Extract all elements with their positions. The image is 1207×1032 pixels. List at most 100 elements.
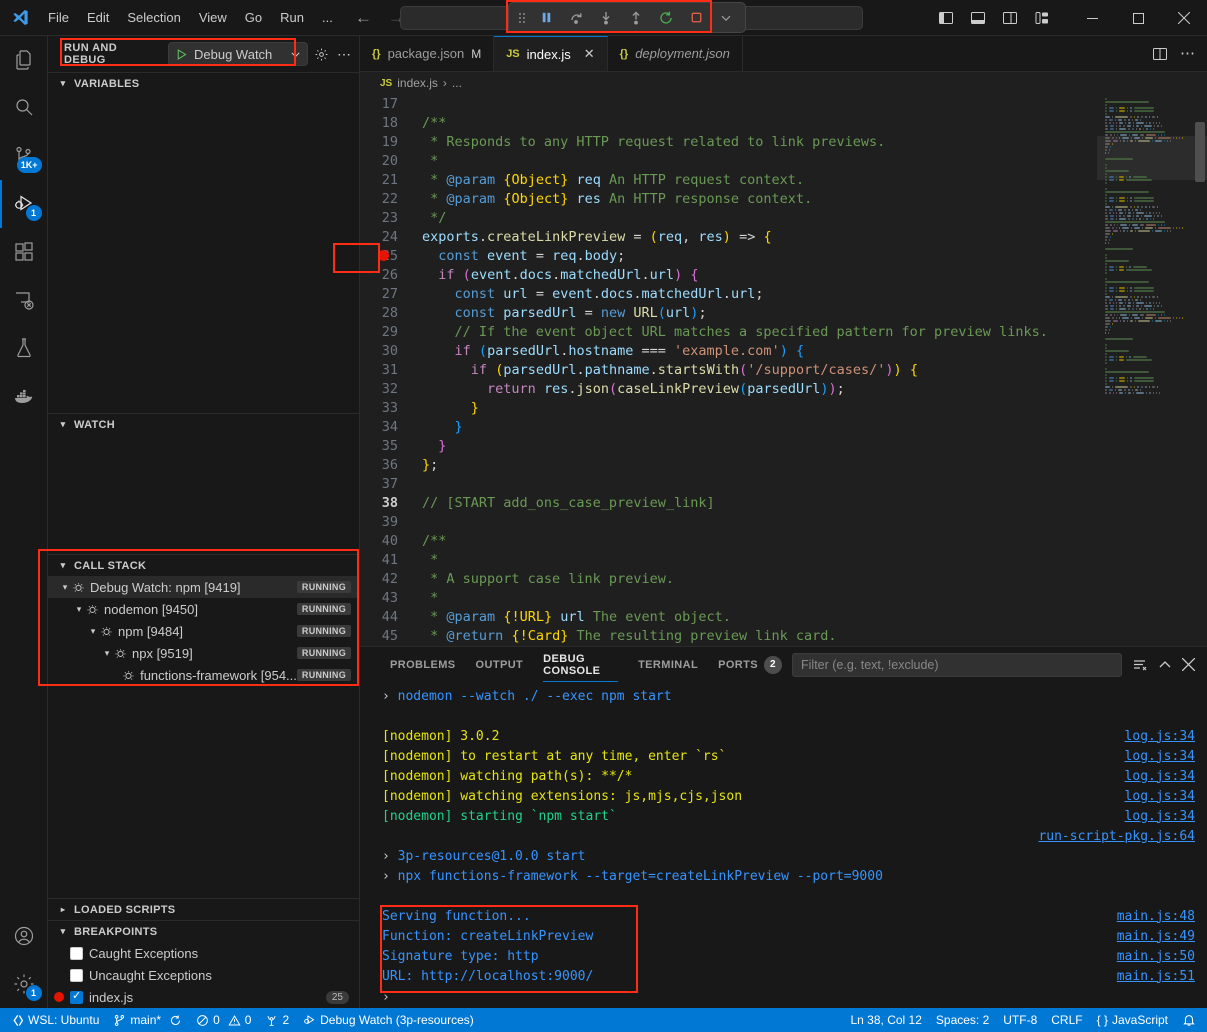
panel-tab-problems[interactable]: PROBLEMS <box>380 647 466 682</box>
chevron-down-icon[interactable]: ▾ <box>72 604 86 615</box>
chevron-down-icon[interactable] <box>290 49 301 60</box>
code-line[interactable]: 24exports.createLinkPreview = (req, res)… <box>360 227 1097 246</box>
code-line[interactable]: 33 } <box>360 398 1097 417</box>
console-source-link[interactable]: log.js:34 <box>1125 749 1207 764</box>
code-line[interactable]: 40/** <box>360 531 1097 550</box>
breakpoint-checkbox[interactable] <box>70 969 83 982</box>
breadcrumb[interactable]: JS index.js › ... <box>360 72 1207 94</box>
editor-scrollbar-thumb[interactable] <box>1195 122 1205 182</box>
code-line[interactable]: 32 return res.json(caseLinkPreview(parse… <box>360 379 1097 398</box>
close-panel-icon[interactable] <box>1182 658 1195 671</box>
collapse-panel-icon[interactable] <box>1158 658 1172 672</box>
step-into-icon[interactable] <box>593 6 619 30</box>
code-line[interactable]: 44 * @param {!URL} url The event object. <box>360 607 1097 626</box>
toggle-panel-icon[interactable] <box>963 4 993 32</box>
code-line[interactable]: 37 <box>360 474 1097 493</box>
menu-run[interactable]: Run <box>272 7 312 28</box>
gear-icon[interactable] <box>314 47 329 62</box>
split-editor-icon[interactable] <box>1152 46 1168 62</box>
activity-accounts[interactable] <box>0 912 48 960</box>
start-debug-icon[interactable] <box>175 48 188 61</box>
customize-layout-icon[interactable] <box>1027 4 1057 32</box>
chevron-down-icon[interactable] <box>713 6 739 30</box>
minimize-button[interactable] <box>1069 0 1115 36</box>
pause-icon[interactable] <box>533 6 559 30</box>
console-filter-input[interactable]: Filter (e.g. text, !exclude) <box>792 653 1122 677</box>
panel-tab-terminal[interactable]: TERMINAL <box>628 647 708 682</box>
drag-handle-icon[interactable] <box>515 11 529 25</box>
call-stack-row[interactable]: functions-framework [954...RUNNING <box>48 664 359 686</box>
go-back-icon[interactable]: ← <box>355 9 372 26</box>
code-line[interactable]: 20 * <box>360 151 1097 170</box>
restart-icon[interactable] <box>653 6 679 30</box>
code-line[interactable]: 43 * <box>360 588 1097 607</box>
editor-tab-package-json[interactable]: {}package.jsonM <box>360 36 494 71</box>
activity-settings[interactable]: 1 <box>0 960 48 1008</box>
editor-tab-bar[interactable]: {}package.jsonMJSindex.js✕{}deployment.j… <box>360 36 1207 72</box>
breakpoints-header[interactable]: ▾ BREAKPOINTS <box>48 920 359 942</box>
debug-configuration-selector[interactable]: Debug Watch <box>168 42 308 66</box>
activity-testing[interactable] <box>0 324 48 372</box>
breakpoints-list[interactable]: Caught ExceptionsUncaught Exceptionsinde… <box>48 942 359 1008</box>
console-source-link[interactable]: log.js:34 <box>1125 769 1207 784</box>
menu-more[interactable]: ... <box>314 7 341 28</box>
breakpoint-checkbox[interactable] <box>70 947 83 960</box>
code-line[interactable]: 39 <box>360 512 1097 531</box>
code-line[interactable]: 46 */ <box>360 645 1097 646</box>
panel-tab-bar[interactable]: PROBLEMSOUTPUTDEBUG CONSOLETERMINALPORTS… <box>360 647 1207 682</box>
chevron-down-icon[interactable]: ▾ <box>86 626 100 637</box>
code-line[interactable]: 38// [START add_ons_case_preview_link] <box>360 493 1097 512</box>
debug-console-output[interactable]: › nodemon --watch ./ --exec npm start[no… <box>360 682 1207 986</box>
call-stack-row[interactable]: ▾npx [9519]RUNNING <box>48 642 359 664</box>
code-line[interactable]: 45 * @return {!Card} The resulting previ… <box>360 626 1097 645</box>
panel-tab-ports[interactable]: PORTS2 <box>708 647 792 682</box>
status-problems[interactable]: 0 0 <box>189 1008 258 1032</box>
code-line[interactable]: 34 } <box>360 417 1097 436</box>
code-line[interactable]: 22 * @param {Object} res An HTTP respons… <box>360 189 1097 208</box>
activity-remote-explorer[interactable] <box>0 276 48 324</box>
clear-console-icon[interactable] <box>1132 657 1148 673</box>
step-over-icon[interactable] <box>563 6 589 30</box>
call-stack-row[interactable]: ▾nodemon [9450]RUNNING <box>48 598 359 620</box>
status-language-mode[interactable]: { } JavaScript <box>1090 1008 1175 1032</box>
console-source-link[interactable]: main.js:48 <box>1117 909 1207 924</box>
activity-explorer[interactable] <box>0 36 48 84</box>
code-line[interactable]: 21 * @param {Object} req An HTTP request… <box>360 170 1097 189</box>
editor-tab-deployment-json[interactable]: {}deployment.json <box>608 36 743 71</box>
stop-icon[interactable] <box>683 6 709 30</box>
code-line[interactable]: 42 * A support case link preview. <box>360 569 1097 588</box>
maximize-button[interactable] <box>1115 0 1161 36</box>
code-line[interactable]: 17 <box>360 94 1097 113</box>
status-cursor-position[interactable]: Ln 38, Col 12 <box>844 1008 929 1032</box>
variables-header[interactable]: ▾ VARIABLES <box>48 72 359 94</box>
call-stack-list[interactable]: ▾Debug Watch: npm [9419]RUNNING▾nodemon … <box>48 576 359 686</box>
status-eol[interactable]: CRLF <box>1044 1008 1089 1032</box>
code-line[interactable]: 35 } <box>360 436 1097 455</box>
menu-file[interactable]: File <box>40 7 77 28</box>
activity-source-control[interactable]: 1K+ <box>0 132 48 180</box>
watch-header[interactable]: ▾ WATCH <box>48 413 359 435</box>
chevron-down-icon[interactable]: ▾ <box>58 582 72 593</box>
step-out-icon[interactable] <box>623 6 649 30</box>
code-line[interactable]: 19 * Responds to any HTTP request relate… <box>360 132 1097 151</box>
minimap[interactable] <box>1097 94 1207 646</box>
console-source-link[interactable]: main.js:50 <box>1117 949 1207 964</box>
debug-toolbar[interactable] <box>508 2 746 33</box>
close-button[interactable] <box>1161 0 1207 36</box>
breadcrumb-rest[interactable]: ... <box>452 76 462 90</box>
more-actions-icon[interactable]: ⋯ <box>1180 50 1195 58</box>
panel-tab-output[interactable]: OUTPUT <box>466 647 534 682</box>
menu-bar[interactable]: File Edit Selection View Go Run ... <box>40 7 341 28</box>
activity-run-and-debug[interactable]: 1 <box>0 180 48 228</box>
activity-docker[interactable] <box>0 372 48 420</box>
more-actions-icon[interactable]: ⋯ <box>337 50 351 58</box>
debug-console-input[interactable]: › <box>360 986 1207 1008</box>
code-line[interactable]: 27 const url = event.docs.matchedUrl.url… <box>360 284 1097 303</box>
status-notifications[interactable] <box>1175 1008 1203 1032</box>
code-line[interactable]: 29 // If the event object URL matches a … <box>360 322 1097 341</box>
status-debug-session[interactable]: Debug Watch (3p-resources) <box>296 1008 481 1032</box>
status-remote[interactable]: WSL: Ubuntu <box>4 1008 106 1032</box>
code-line[interactable]: 18/** <box>360 113 1097 132</box>
menu-view[interactable]: View <box>191 7 235 28</box>
console-source-link[interactable]: run-script-pkg.js:64 <box>1038 829 1207 844</box>
